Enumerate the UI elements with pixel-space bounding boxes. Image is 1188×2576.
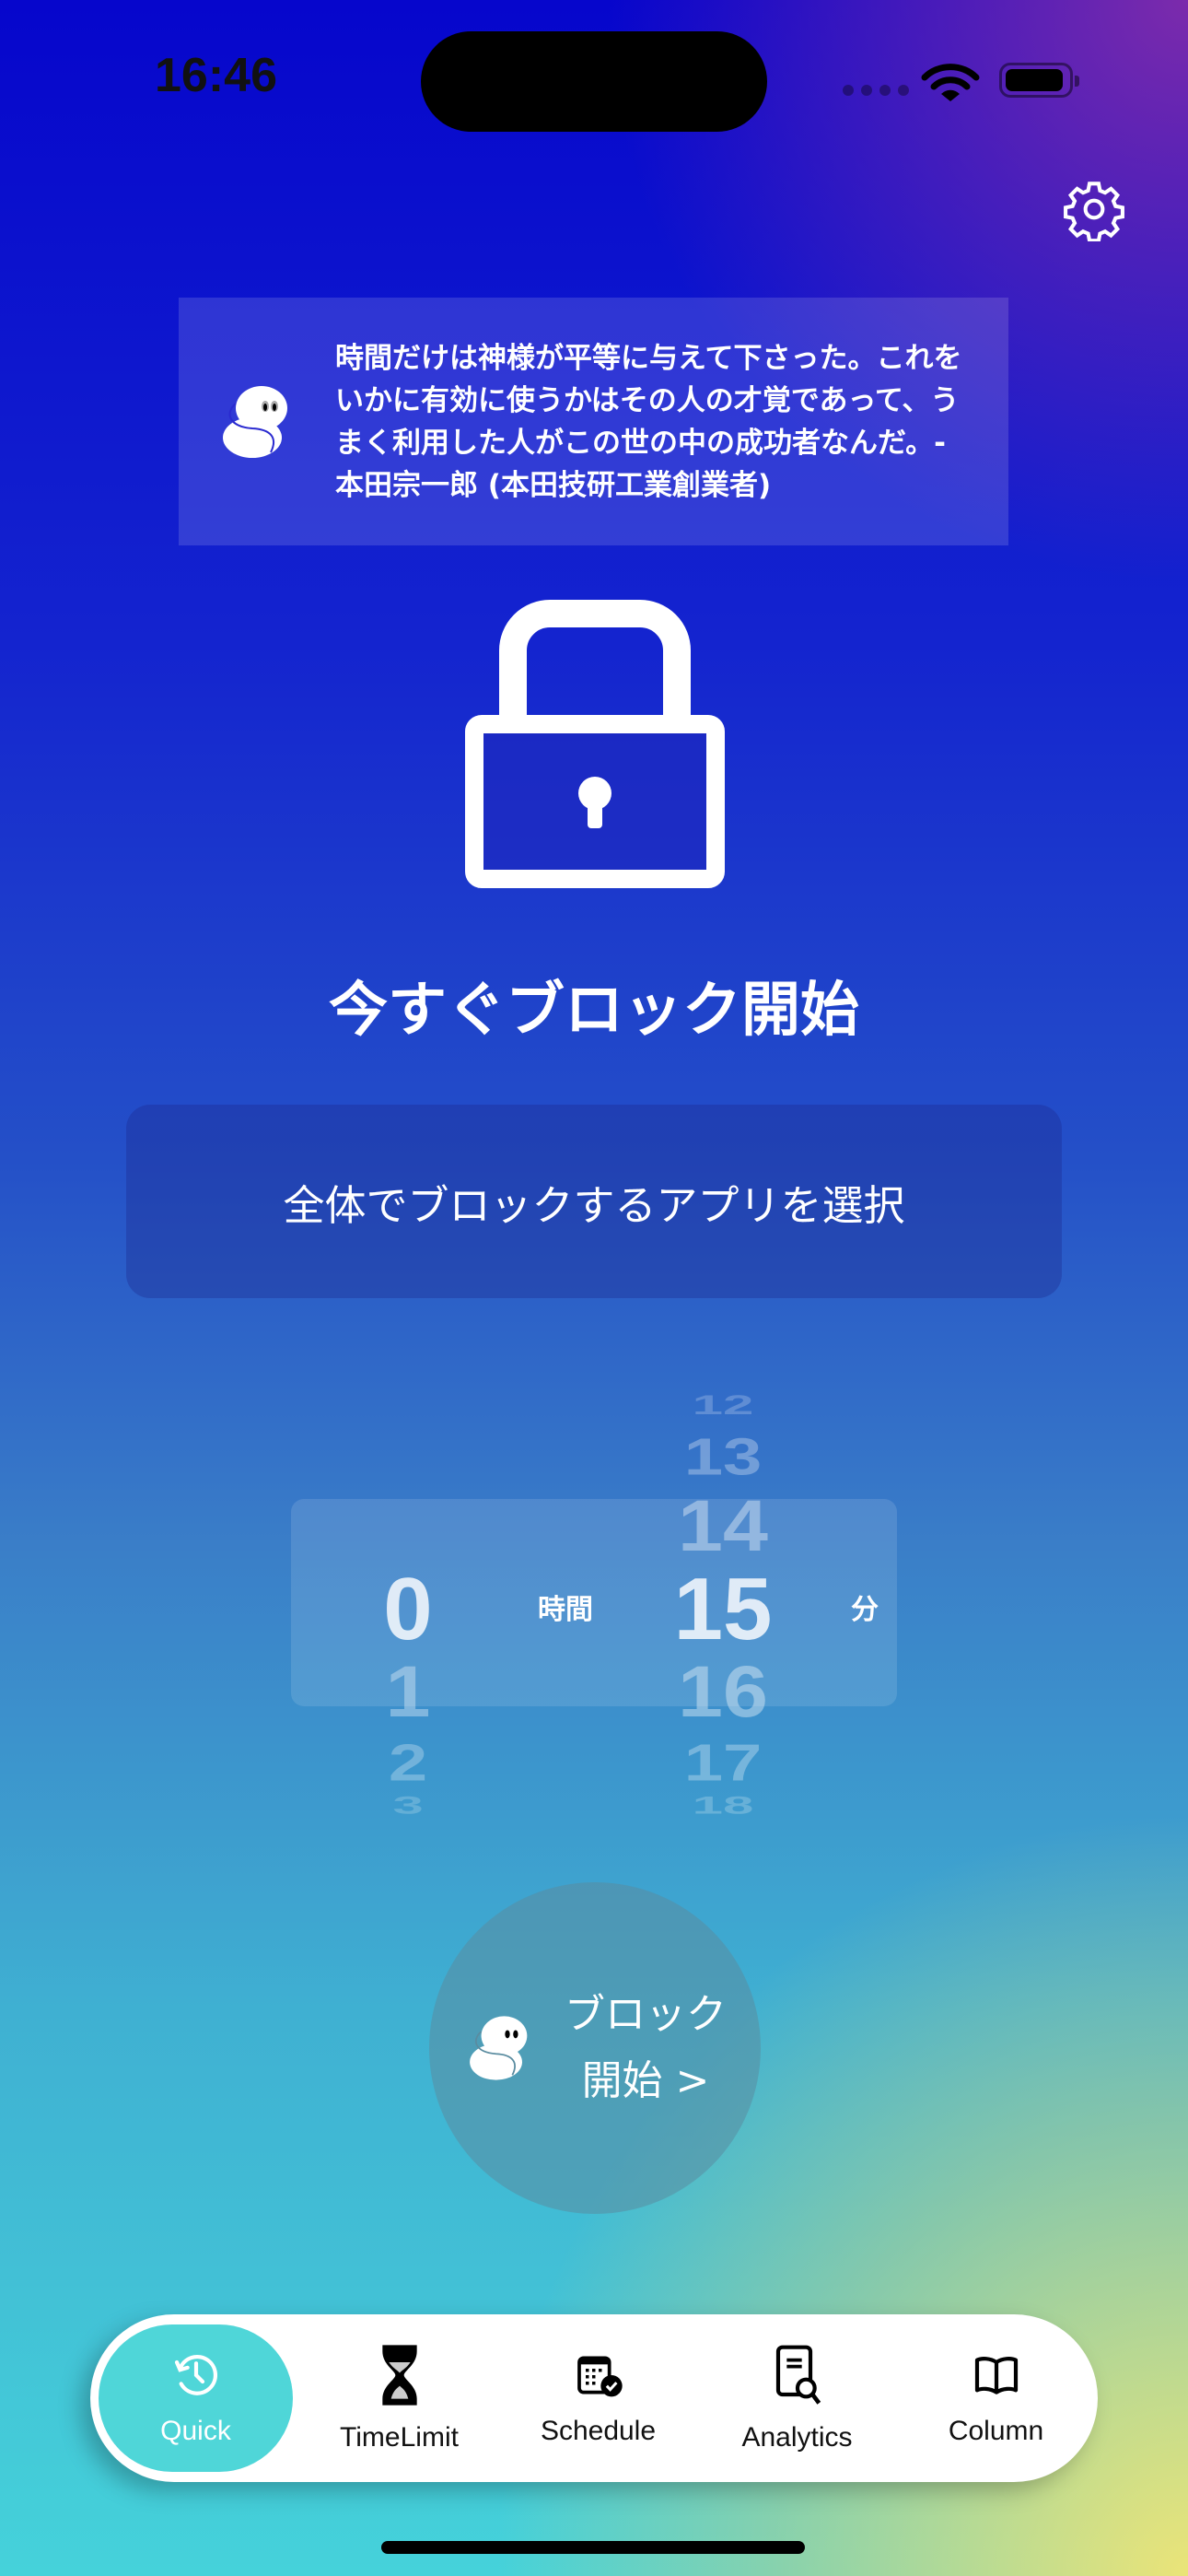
mascot-icon: [223, 385, 287, 458]
tab-analytics[interactable]: Analytics: [700, 2324, 894, 2472]
hour-option-selected[interactable]: 0: [316, 1559, 500, 1660]
minute-unit-label: 分: [851, 1594, 879, 1626]
hour-option[interactable]: 1: [316, 1649, 500, 1734]
start-label-line2: 開始 >: [581, 2057, 710, 2104]
tab-schedule[interactable]: Schedule: [501, 2324, 695, 2472]
tab-label: Quick: [160, 2416, 231, 2446]
clock-history-icon: [174, 2354, 217, 2395]
settings-gear-icon[interactable]: [1062, 177, 1126, 241]
hour-unit-label: 時間: [538, 1594, 593, 1626]
minute-option[interactable]: 16: [631, 1649, 815, 1734]
document-search-icon: [775, 2345, 821, 2405]
page-title: 今すぐブロック開始: [329, 977, 859, 1045]
minute-option[interactable]: 14: [631, 1483, 815, 1568]
book-icon: [974, 2357, 1018, 2395]
status-time: 16:46: [155, 49, 277, 102]
minute-option-selected[interactable]: 15: [631, 1559, 815, 1660]
lock-icon: [465, 600, 725, 888]
tab-bar: Quick TimeLimit Schedule Analytics Colum…: [90, 2314, 1098, 2482]
hourglass-icon: [381, 2345, 417, 2406]
tab-column[interactable]: Column: [899, 2324, 1093, 2472]
home-indicator[interactable]: [381, 2541, 805, 2554]
quote-text: 時間だけは神様が平等に与えて下さった。これをいかに有効に使うかはその人の才覚であ…: [335, 341, 962, 502]
minute-option[interactable]: 17: [631, 1733, 815, 1793]
tab-label: Column: [948, 2416, 1044, 2446]
select-apps-button[interactable]: 全体でブロックするアプリを選択: [126, 1105, 1062, 1298]
minute-option[interactable]: 12: [631, 1388, 815, 1421]
start-label-line1: ブロック: [565, 1991, 727, 2038]
start-block-label: ブロック 開始 >: [565, 1982, 727, 2114]
wifi-icon: [921, 64, 980, 101]
tab-label: Analytics: [741, 2422, 853, 2453]
minute-option[interactable]: 13: [631, 1427, 815, 1487]
tab-label: Schedule: [540, 2416, 657, 2446]
hour-option[interactable]: 2: [316, 1733, 500, 1793]
hour-option[interactable]: 3: [316, 1791, 500, 1820]
tab-quick[interactable]: Quick: [99, 2324, 293, 2472]
minute-option[interactable]: 18: [631, 1791, 815, 1820]
quote-card: 時間だけは神様が平等に与えて下さった。これをいかに有効に使うかはその人の才覚であ…: [179, 298, 1008, 545]
tab-timelimit[interactable]: TimeLimit: [302, 2324, 496, 2472]
mascot-icon: [470, 2016, 528, 2080]
tab-label: TimeLimit: [340, 2422, 459, 2453]
cellular-signal-icon: [843, 85, 909, 96]
calendar-check-icon: [577, 2356, 623, 2397]
battery-icon: [999, 63, 1079, 98]
dynamic-island: [421, 31, 767, 132]
start-block-button[interactable]: ブロック 開始 >: [429, 1882, 761, 2214]
